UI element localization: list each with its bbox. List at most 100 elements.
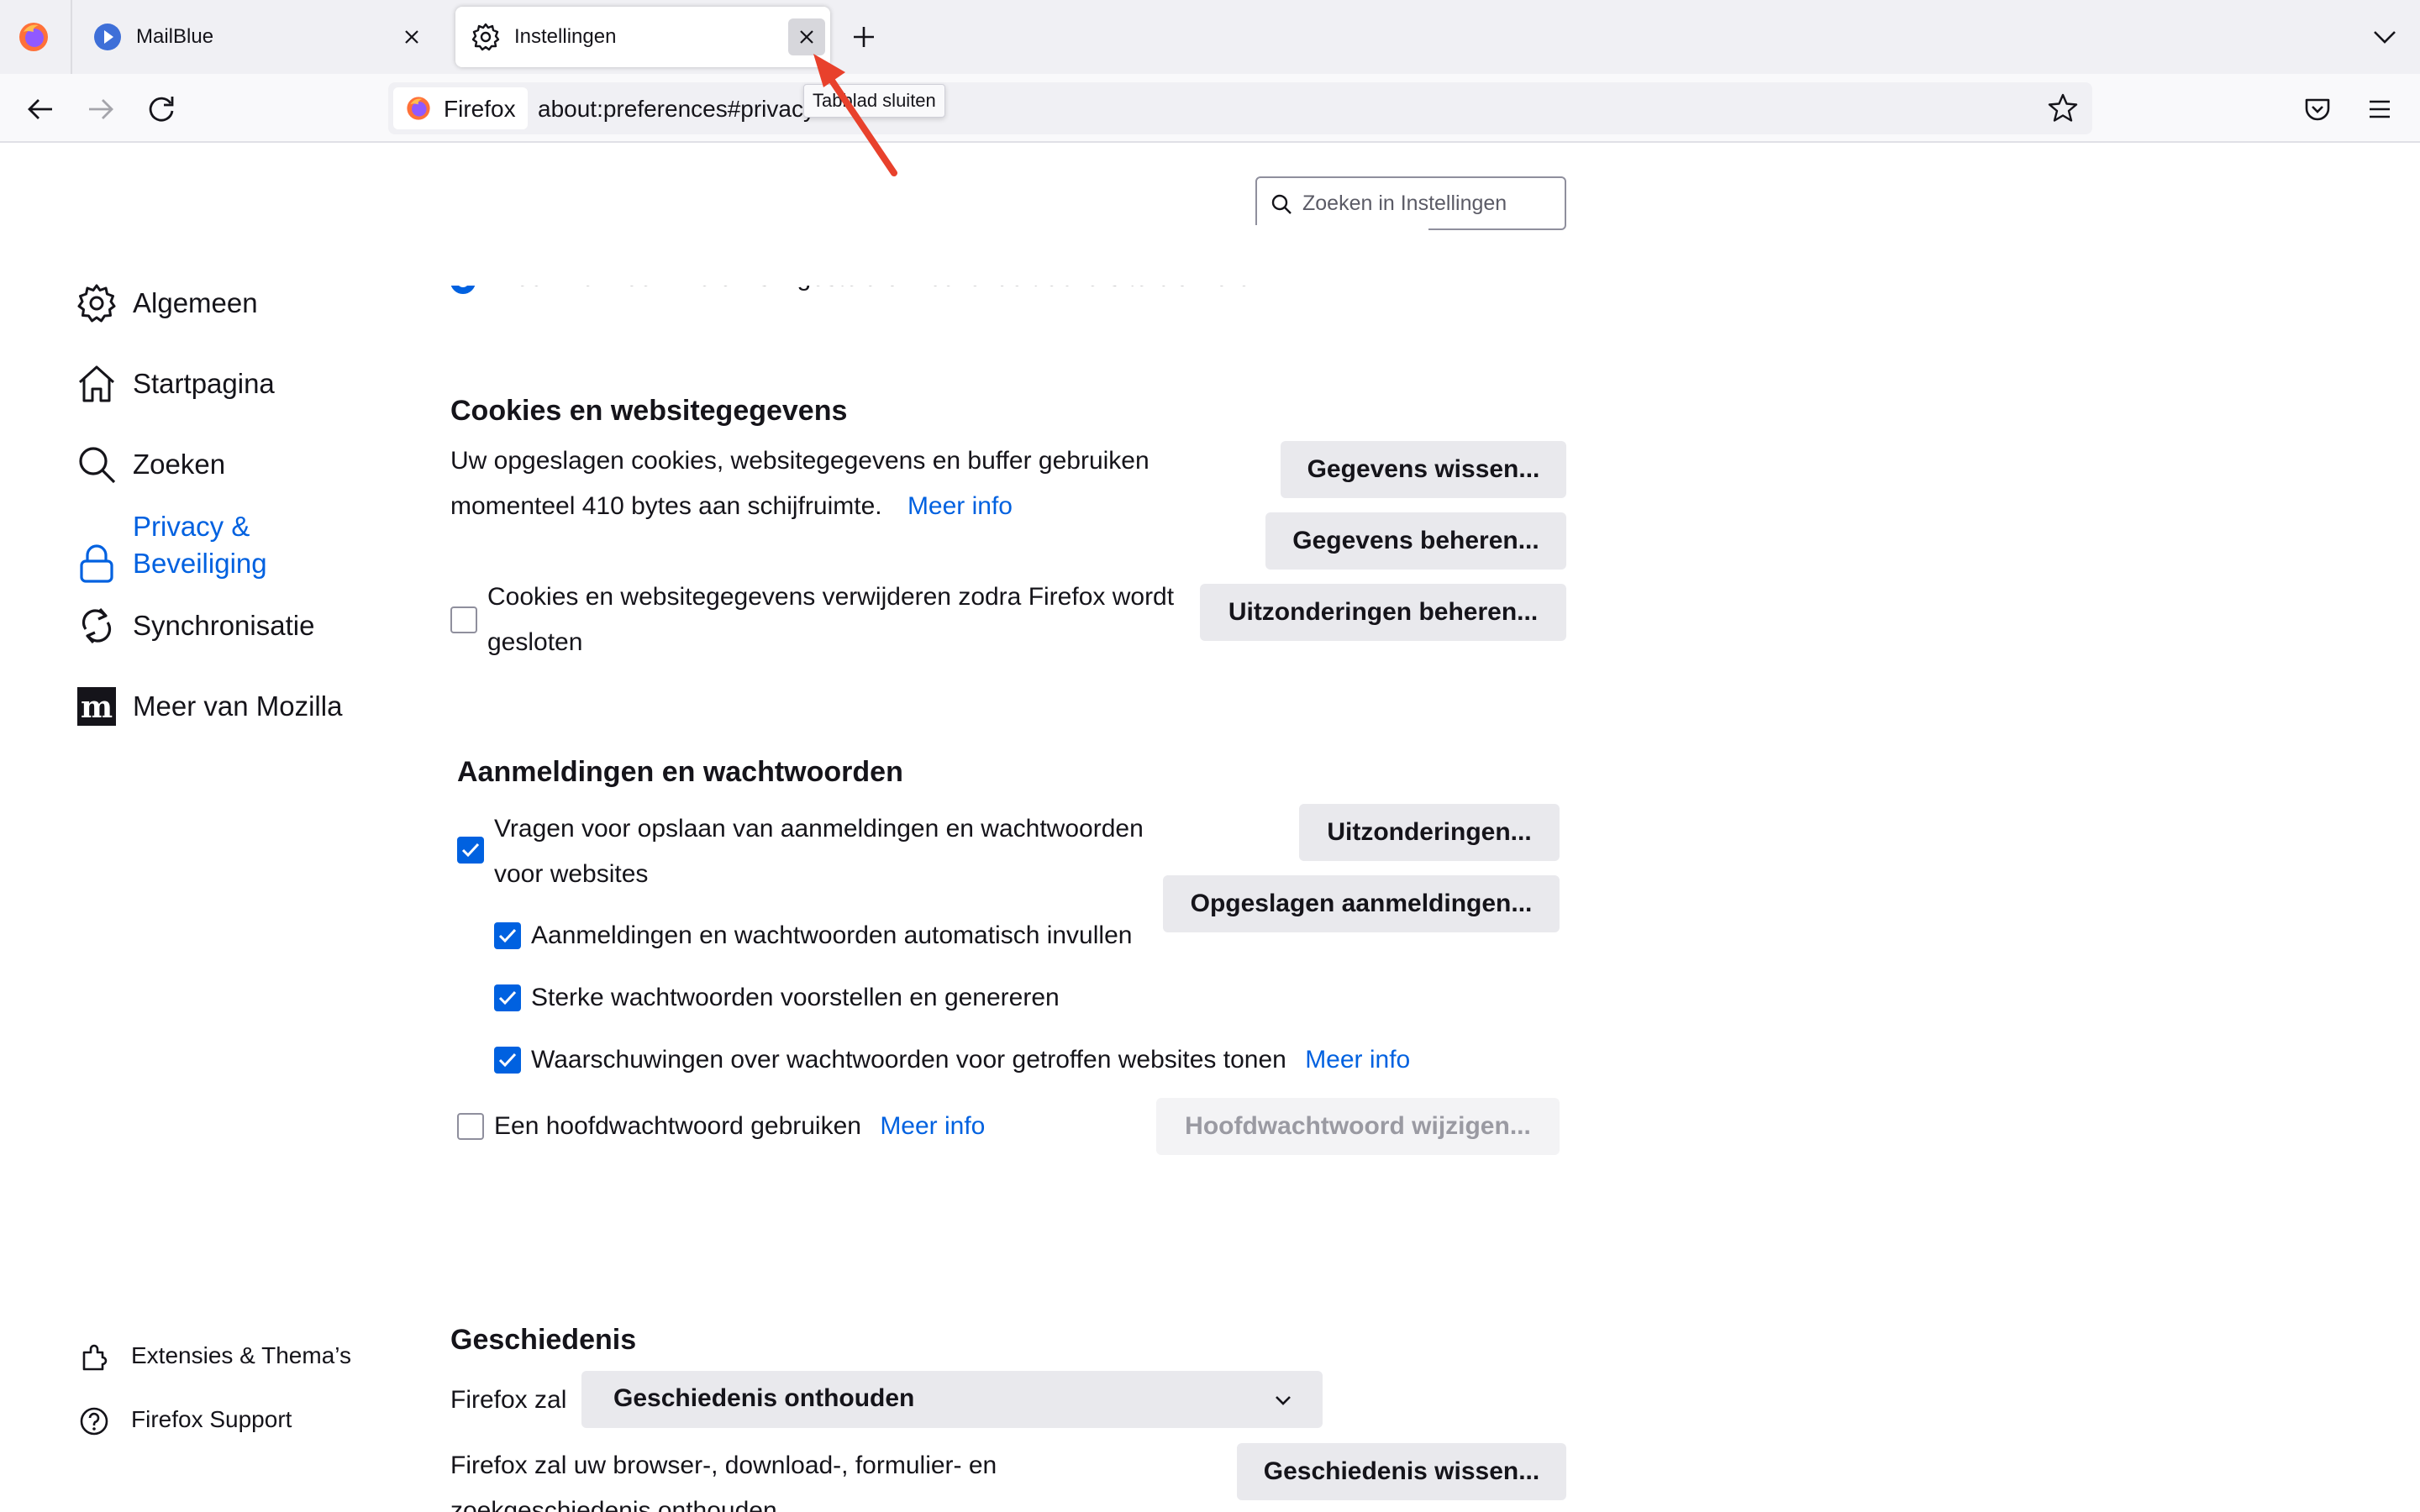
sidebar-item-label: Meer van Mozilla — [133, 690, 343, 722]
breach-more-info-link[interactable]: Meer info — [1305, 1046, 1410, 1074]
sidebar-item-algemeen[interactable]: Algemeen — [76, 282, 258, 324]
suggest-strong-label: Sterke wachtwoorden voorstellen en gener… — [531, 984, 1060, 1011]
autofill-label: Aanmeldingen en wachtwoorden automatisch… — [531, 921, 1133, 949]
tooltip: Tabblad sluiten — [803, 84, 945, 118]
ask-to-save-label: Vragen voor opslaan van aanmeldingen en … — [494, 815, 1144, 843]
sidebar-item-zoeken[interactable]: Zoeken — [76, 444, 225, 486]
delete-cookies-on-close-checkbox[interactable] — [450, 606, 477, 633]
reload-button[interactable] — [141, 89, 182, 129]
history-description: Firefox zal uw browser-, download-, form… — [450, 1452, 997, 1479]
lock-icon — [80, 544, 113, 583]
home-icon — [78, 365, 115, 402]
sidebar-item-meer-van-mozilla[interactable]: m Meer van Mozilla — [76, 685, 342, 727]
pocket-button[interactable] — [2297, 89, 2338, 129]
change-primary-password-button[interactable]: Hoofdwachtwoord wijzigen... — [1156, 1098, 1560, 1155]
history-section-title: Geschiedenis — [450, 1324, 637, 1356]
primary-password-checkbox[interactable] — [457, 1113, 484, 1140]
breach-alerts-row: Waarschuwingen over wachtwoorden voor ge… — [531, 1046, 1410, 1074]
mozilla-icon: m — [77, 687, 116, 726]
breach-alerts-checkbox[interactable] — [494, 1047, 521, 1074]
chevron-down-icon — [2374, 31, 2396, 44]
reload-icon — [149, 97, 174, 122]
arrow-left-icon — [28, 99, 52, 119]
ask-to-save-label: voor websites — [494, 860, 649, 888]
svg-text:m: m — [81, 690, 113, 725]
firefox-view-button[interactable] — [17, 20, 50, 54]
sidebar-item-label: Zoeken — [133, 449, 226, 480]
manage-exceptions-button[interactable]: Uitzonderingen beheren... — [1200, 584, 1566, 641]
list-all-tabs-button[interactable] — [2366, 18, 2403, 55]
tab-label: MailBlue — [136, 25, 214, 48]
app-menu-button[interactable] — [2360, 89, 2400, 129]
sidebar-item-privacy[interactable]: Privacy & Beveiliging — [76, 511, 267, 585]
navigation-toolbar: Firefox about:preferences#privacy — [0, 74, 2420, 143]
primary-password-row: Een hoofdwachtwoord gebruiken Meer info — [494, 1112, 985, 1141]
sync-icon — [82, 607, 112, 644]
tab-strip-separator — [71, 0, 72, 74]
bookmark-star-button[interactable] — [2045, 91, 2081, 126]
tab-close-button[interactable] — [788, 18, 825, 55]
sidebar-item-label: Privacy & — [133, 511, 250, 542]
suggest-strong-passwords-checkbox[interactable] — [494, 984, 521, 1011]
url-text[interactable]: about:preferences#privacy — [538, 96, 815, 123]
gear-icon — [471, 23, 500, 51]
sidebar-item-extensions[interactable]: Extensies & Thema’s — [77, 1341, 351, 1374]
tab-instellingen[interactable]: Instellingen — [455, 7, 830, 67]
checkmark-icon — [498, 1053, 517, 1068]
puzzle-icon — [82, 1344, 108, 1371]
identity-box[interactable]: Firefox — [393, 87, 528, 129]
delete-cookies-label: gesloten — [487, 628, 583, 656]
history-description: zoekgeschiedenis onthouden. — [450, 1497, 784, 1512]
saved-logins-button[interactable]: Opgeslagen aanmeldingen... — [1163, 875, 1560, 932]
tab-strip: MailBlue Instellingen — [0, 0, 2420, 74]
tab-close-button[interactable] — [393, 18, 430, 55]
tab-label: Instellingen — [514, 25, 617, 48]
back-button[interactable] — [20, 89, 60, 129]
help-icon — [80, 1407, 108, 1436]
checkmark-icon — [461, 843, 480, 858]
tab-mailblue[interactable]: MailBlue — [77, 7, 444, 67]
new-tab-button[interactable] — [845, 18, 882, 55]
sidebar-item-startpagina[interactable]: Startpagina — [76, 363, 275, 405]
forward-button[interactable] — [81, 89, 121, 129]
autofill-logins-checkbox[interactable] — [494, 922, 521, 949]
cookies-description: Uw opgeslagen cookies, websitegegevens e… — [450, 447, 1150, 475]
primary-more-info-link[interactable]: Meer info — [880, 1112, 985, 1140]
sidebar-item-label: Extensies & Thema’s — [131, 1342, 351, 1368]
hamburger-menu-icon — [2370, 100, 2390, 118]
sidebar-item-support[interactable]: Firefox Support — [77, 1404, 292, 1438]
logins-section-title: Aanmeldingen en wachtwoorden — [457, 756, 903, 788]
arrow-right-icon — [89, 99, 113, 119]
settings-search-box[interactable] — [1255, 176, 1566, 230]
login-exceptions-button[interactable]: Uitzonderingen... — [1299, 804, 1560, 861]
firefox-logo-icon — [19, 23, 48, 51]
search-icon — [1271, 194, 1292, 214]
search-icon — [79, 447, 116, 484]
history-mode-select[interactable]: Geschiedenis onthouden — [581, 1371, 1323, 1428]
firefox-logo-icon — [407, 97, 430, 120]
checkmark-icon — [498, 990, 517, 1005]
primary-password-label: Een hoofdwachtwoord gebruiken — [494, 1112, 861, 1140]
sidebar-item-synchronisatie[interactable]: Synchronisatie — [76, 605, 314, 647]
cookies-description: momenteel 410 bytes aan schijfruimte. Me… — [450, 492, 1013, 521]
checkmark-icon — [498, 928, 517, 943]
clear-data-button[interactable]: Gegevens wissen... — [1281, 441, 1566, 498]
search-input[interactable] — [1302, 186, 1555, 220]
chevron-down-icon — [1276, 1396, 1291, 1405]
manage-data-button[interactable]: Gegevens beheren... — [1265, 512, 1566, 570]
close-icon — [800, 30, 813, 44]
cookies-usage-text: momenteel 410 bytes aan schijfruimte. — [450, 492, 882, 520]
url-bar[interactable]: Firefox about:preferences#privacy — [388, 82, 2092, 134]
gear-icon — [77, 284, 116, 323]
identity-label: Firefox — [444, 96, 516, 122]
clear-history-button[interactable]: Geschiedenis wissen... — [1237, 1443, 1566, 1500]
sidebar-item-label: Startpagina — [133, 368, 275, 399]
ask-to-save-logins-checkbox[interactable] — [457, 837, 484, 864]
sidebar-item-label: Firefox Support — [131, 1406, 292, 1432]
mailblue-icon — [94, 24, 121, 50]
history-mode-value: Geschiedenis onthouden — [613, 1384, 915, 1412]
pocket-icon — [2305, 98, 2330, 121]
cookies-more-info-link[interactable]: Meer info — [908, 492, 1013, 520]
star-icon — [2048, 93, 2078, 122]
sidebar-item-label: Synchronisatie — [133, 610, 315, 641]
